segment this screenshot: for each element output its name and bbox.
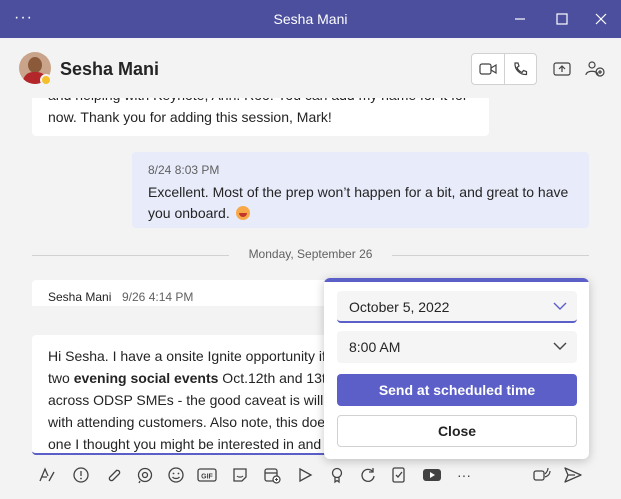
message-sender: Sesha Mani bbox=[48, 290, 112, 304]
time-picker[interactable]: 8:00 AM bbox=[337, 331, 577, 363]
schedule-meeting-icon bbox=[264, 468, 281, 484]
time-value: 8:00 AM bbox=[349, 339, 401, 355]
close-window-button[interactable] bbox=[588, 6, 614, 32]
close-button[interactable]: Close bbox=[337, 415, 577, 447]
share-screen-button[interactable] bbox=[551, 58, 573, 80]
maximize-button[interactable] bbox=[549, 6, 575, 32]
stream-button[interactable] bbox=[294, 464, 316, 486]
add-people-icon bbox=[585, 61, 605, 77]
stream-icon bbox=[299, 467, 313, 483]
updates-button[interactable] bbox=[357, 464, 379, 486]
minimize-button[interactable] bbox=[507, 6, 533, 32]
message-line: now. Thank you for adding this session, … bbox=[48, 109, 332, 125]
video-call-icon bbox=[479, 63, 497, 75]
audio-message-button[interactable] bbox=[531, 464, 553, 486]
message-timestamp: 9/26 4:14 PM bbox=[122, 290, 194, 304]
sticker-icon bbox=[233, 468, 247, 482]
attach-button[interactable] bbox=[103, 464, 125, 486]
contact-name[interactable]: Sesha Mani bbox=[60, 59, 159, 80]
gif-icon: GIF bbox=[197, 468, 217, 482]
maximize-icon bbox=[556, 13, 568, 25]
title-bar: ··· Sesha Mani bbox=[0, 0, 621, 38]
priority-button[interactable] bbox=[70, 464, 92, 486]
message-line: you onboard. bbox=[148, 205, 230, 221]
youtube-button[interactable] bbox=[421, 464, 443, 486]
approvals-button[interactable] bbox=[388, 464, 410, 486]
chat-header: Sesha Mani bbox=[0, 38, 621, 98]
video-call-button[interactable] bbox=[472, 54, 504, 84]
compose-toolbar: GIF ··· bbox=[32, 462, 592, 488]
date-divider-label: Monday, September 26 bbox=[248, 247, 373, 261]
schedule-send-popup: October 5, 2022 8:00 AM Send at schedule… bbox=[324, 278, 589, 459]
date-value: October 5, 2022 bbox=[349, 299, 450, 315]
attach-icon bbox=[108, 469, 121, 482]
emoji-icon bbox=[168, 467, 184, 483]
sent-message: 8/24 8:03 PM Excellent. Most of the prep… bbox=[132, 152, 589, 228]
format-icon bbox=[39, 467, 55, 482]
message-timestamp: 8/24 8:03 PM bbox=[148, 163, 220, 177]
message-list[interactable]: and helping with Keynote, Ann. Roo! You … bbox=[0, 98, 621, 306]
youtube-icon bbox=[423, 469, 441, 481]
received-message: and helping with Keynote, Ann. Roo! You … bbox=[32, 98, 489, 136]
send-at-scheduled-time-button[interactable]: Send at scheduled time bbox=[337, 374, 577, 406]
emoji-button[interactable] bbox=[165, 464, 187, 486]
sticker-button[interactable] bbox=[229, 464, 251, 486]
compose-bold-text: evening social events bbox=[73, 370, 219, 386]
send-icon bbox=[564, 467, 582, 483]
chevron-down-icon bbox=[553, 302, 567, 310]
schedule-meeting-button[interactable] bbox=[261, 464, 283, 486]
call-buttons bbox=[471, 53, 537, 85]
add-people-button[interactable] bbox=[584, 58, 606, 80]
received-message: Sesha Mani 9/26 4:14 PM bbox=[32, 280, 332, 306]
minimize-icon bbox=[515, 18, 525, 20]
gif-button[interactable]: GIF bbox=[196, 464, 218, 486]
praise-icon bbox=[331, 467, 343, 484]
loop-button[interactable] bbox=[134, 464, 156, 486]
message-line: Excellent. Most of the prep won’t happen… bbox=[148, 184, 569, 200]
audio-call-button[interactable] bbox=[503, 54, 536, 84]
loop-icon bbox=[137, 467, 153, 484]
praise-button[interactable] bbox=[326, 464, 348, 486]
date-divider: Monday, September 26 bbox=[32, 247, 589, 263]
presence-away-icon bbox=[40, 74, 52, 86]
svg-text:GIF: GIF bbox=[201, 474, 213, 481]
date-picker[interactable]: October 5, 2022 bbox=[337, 291, 577, 323]
send-button[interactable] bbox=[562, 464, 584, 486]
format-button[interactable] bbox=[36, 464, 58, 486]
priority-icon bbox=[73, 467, 89, 483]
audio-call-icon bbox=[514, 62, 528, 76]
chevron-down-icon bbox=[553, 342, 567, 350]
share-screen-icon bbox=[553, 62, 571, 76]
approvals-icon bbox=[392, 467, 405, 483]
updates-icon bbox=[361, 468, 375, 482]
laughing-emoji-icon bbox=[235, 206, 250, 220]
close-icon bbox=[595, 13, 607, 25]
message-line: and helping with Keynote, Ann. Roo! You … bbox=[48, 98, 473, 106]
audio-message-icon bbox=[533, 467, 551, 481]
more-options-icon[interactable]: ··· bbox=[453, 464, 475, 486]
